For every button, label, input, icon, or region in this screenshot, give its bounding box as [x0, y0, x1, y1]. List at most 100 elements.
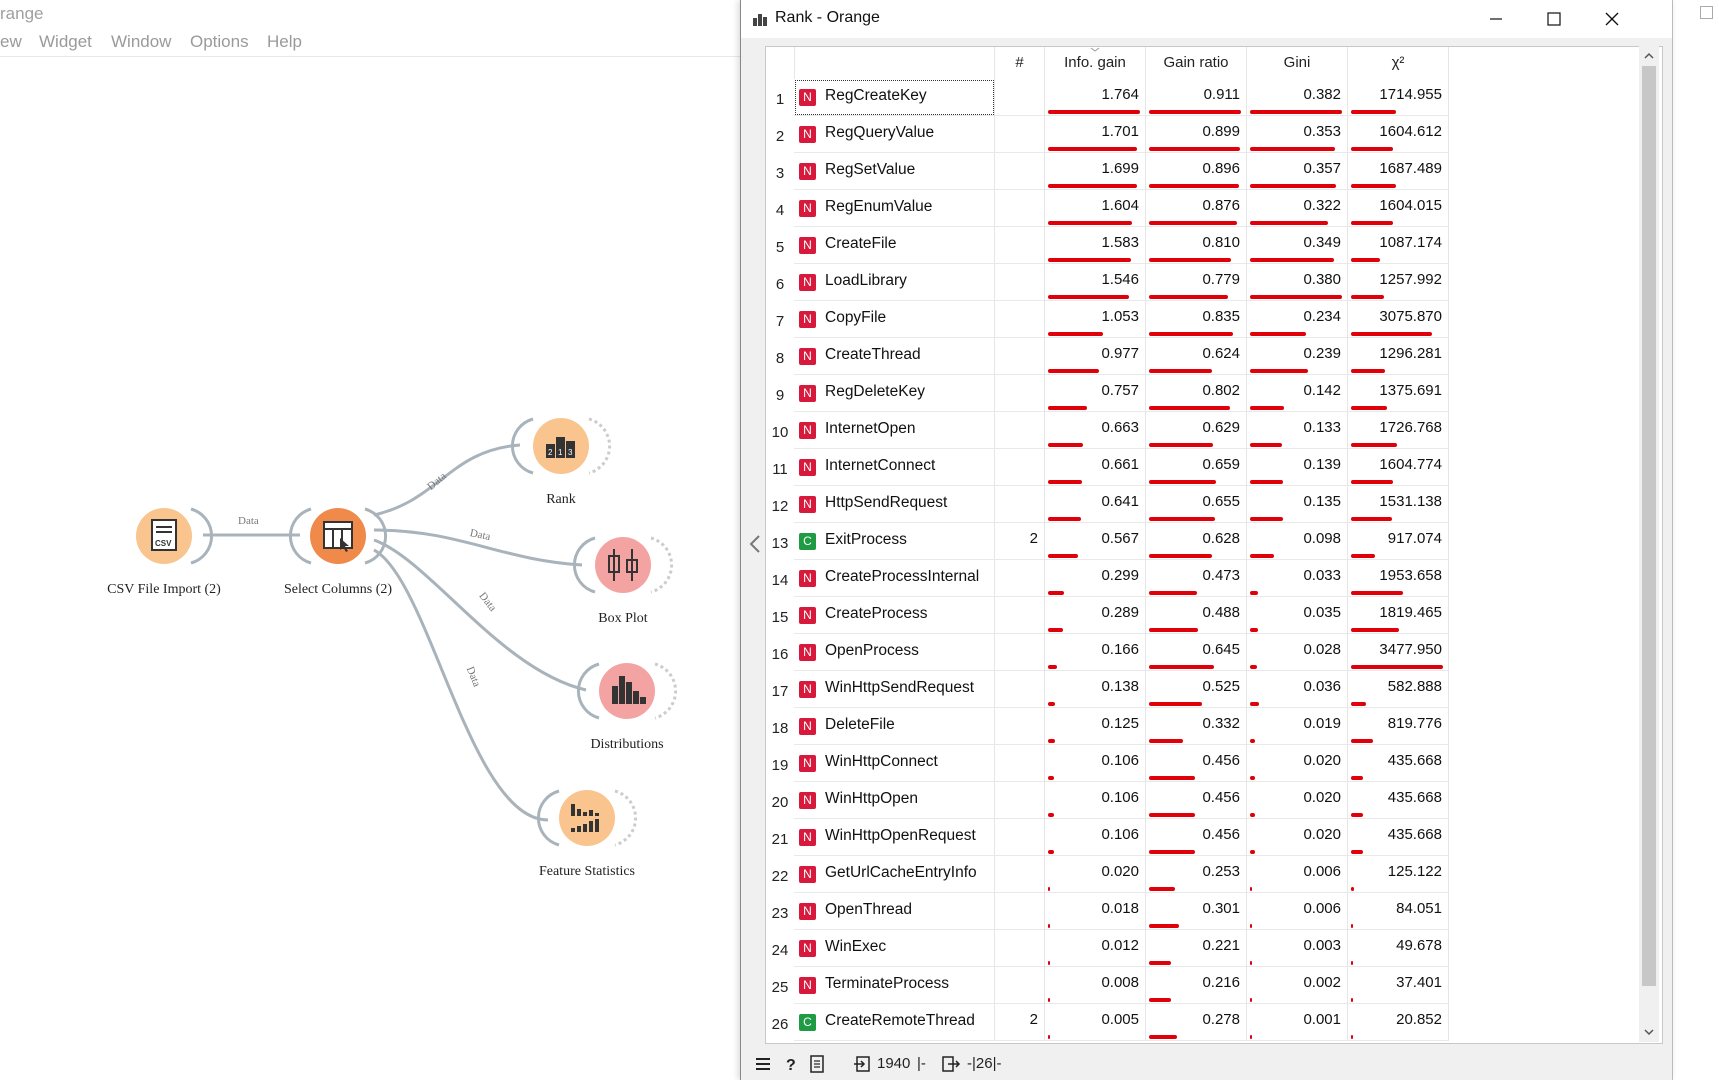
- info-gain-cell[interactable]: 1.701: [1045, 116, 1146, 153]
- header-gain-ratio[interactable]: Gain ratio: [1146, 47, 1247, 79]
- gini-cell[interactable]: 0.020: [1247, 745, 1348, 782]
- count-cell[interactable]: 2: [995, 523, 1045, 560]
- count-cell[interactable]: 2: [995, 1004, 1045, 1041]
- gain-ratio-cell[interactable]: 0.253: [1146, 856, 1247, 893]
- feature-cell[interactable]: N CreateFile: [794, 227, 995, 264]
- gain-ratio-cell[interactable]: 0.810: [1146, 227, 1247, 264]
- scroll-up-icon[interactable]: [1643, 50, 1655, 62]
- gain-ratio-cell[interactable]: 0.456: [1146, 745, 1247, 782]
- gain-ratio-cell[interactable]: 0.624: [1146, 338, 1247, 375]
- feature-cell[interactable]: N RegDeleteKey: [794, 375, 995, 412]
- gini-cell[interactable]: 0.028: [1247, 634, 1348, 671]
- table-row[interactable]: 10 N InternetOpen 0.663 0.629 0.133 1726.768: [766, 412, 1466, 449]
- header-count[interactable]: #: [995, 47, 1045, 79]
- gini-cell[interactable]: 0.380: [1247, 264, 1348, 301]
- count-cell[interactable]: [995, 449, 1045, 486]
- table-row[interactable]: 24 N WinExec 0.012 0.221 0.003 49.678: [766, 930, 1466, 967]
- count-cell[interactable]: [995, 116, 1045, 153]
- chi2-cell[interactable]: 1604.612: [1348, 116, 1449, 153]
- chi2-cell[interactable]: 1953.658: [1348, 560, 1449, 597]
- count-cell[interactable]: [995, 671, 1045, 708]
- count-cell[interactable]: [995, 782, 1045, 819]
- count-cell[interactable]: [995, 560, 1045, 597]
- help-icon[interactable]: ?: [781, 1054, 801, 1074]
- info-gain-cell[interactable]: 0.641: [1045, 486, 1146, 523]
- count-cell[interactable]: [995, 634, 1045, 671]
- gain-ratio-cell[interactable]: 0.911: [1146, 79, 1247, 116]
- table-row[interactable]: 6 N LoadLibrary 1.546 0.779 0.380 1257.992: [766, 264, 1466, 301]
- feature-cell[interactable]: N CreateThread: [794, 338, 995, 375]
- chi2-cell[interactable]: 1257.992: [1348, 264, 1449, 301]
- info-gain-cell[interactable]: 0.125: [1045, 708, 1146, 745]
- info-gain-cell[interactable]: 0.106: [1045, 819, 1146, 856]
- rank-node[interactable]: 2 1 3 Rank: [510, 417, 612, 507]
- feature-cell[interactable]: N GetUrlCacheEntryInfo: [794, 856, 995, 893]
- chi2-cell[interactable]: 125.122: [1348, 856, 1449, 893]
- gini-cell[interactable]: 0.239: [1247, 338, 1348, 375]
- collapse-panel-arrow-icon[interactable]: [747, 532, 763, 556]
- info-gain-cell[interactable]: 1.546: [1045, 264, 1146, 301]
- header-chi2[interactable]: χ²: [1348, 47, 1449, 79]
- table-row[interactable]: 25 N TerminateProcess 0.008 0.216 0.002 37.401: [766, 967, 1466, 1004]
- gini-cell[interactable]: 0.006: [1247, 856, 1348, 893]
- gini-cell[interactable]: 0.020: [1247, 782, 1348, 819]
- chi2-cell[interactable]: 1687.489: [1348, 153, 1449, 190]
- rank-table[interactable]: # Info. gain Gain ratio Gini χ² 1 N RegCre…: [765, 46, 1663, 1044]
- scroll-down-icon[interactable]: [1643, 1026, 1655, 1038]
- menu-hamburger-icon[interactable]: [753, 1054, 773, 1074]
- chi2-cell[interactable]: 1604.015: [1348, 190, 1449, 227]
- table-row[interactable]: 19 N WinHttpConnect 0.106 0.456 0.020 435.668: [766, 745, 1466, 782]
- count-cell[interactable]: [995, 153, 1045, 190]
- table-row[interactable]: 9 N RegDeleteKey 0.757 0.802 0.142 1375.691: [766, 375, 1466, 412]
- feature-cell[interactable]: N InternetConnect: [794, 449, 995, 486]
- feature-cell[interactable]: N RegQueryValue: [794, 116, 995, 153]
- count-cell[interactable]: [995, 79, 1045, 116]
- table-row[interactable]: 26 C CreateRemoteThread 2 0.005 0.278 0.001 20.…: [766, 1004, 1466, 1041]
- gini-cell[interactable]: 0.353: [1247, 116, 1348, 153]
- chi2-cell[interactable]: 1714.955: [1348, 79, 1449, 116]
- info-gain-cell[interactable]: 0.661: [1045, 449, 1146, 486]
- close-button[interactable]: [1583, 0, 1641, 38]
- report-icon[interactable]: [807, 1054, 827, 1074]
- header-gini[interactable]: Gini: [1247, 47, 1348, 79]
- gain-ratio-cell[interactable]: 0.278: [1146, 1004, 1247, 1041]
- gini-cell[interactable]: 0.357: [1247, 153, 1348, 190]
- info-gain-cell[interactable]: 0.018: [1045, 893, 1146, 930]
- table-row[interactable]: 3 N RegSetValue 1.699 0.896 0.357 1687.489: [766, 153, 1466, 190]
- count-cell[interactable]: [995, 301, 1045, 338]
- gini-cell[interactable]: 0.002: [1247, 967, 1348, 1004]
- menu-options[interactable]: Options: [190, 32, 249, 52]
- feature-cell[interactable]: N CreateProcessInternal: [794, 560, 995, 597]
- gini-cell[interactable]: 0.349: [1247, 227, 1348, 264]
- gini-cell[interactable]: 0.036: [1247, 671, 1348, 708]
- feature-cell[interactable]: N CopyFile: [794, 301, 995, 338]
- gain-ratio-cell[interactable]: 0.629: [1146, 412, 1247, 449]
- gain-ratio-cell[interactable]: 0.802: [1146, 375, 1247, 412]
- feature-cell[interactable]: N WinHttpOpen: [794, 782, 995, 819]
- chi2-cell[interactable]: 20.852: [1348, 1004, 1449, 1041]
- info-gain-cell[interactable]: 0.289: [1045, 597, 1146, 634]
- table-row[interactable]: 22 N GetUrlCacheEntryInfo 0.020 0.253 0.006 12…: [766, 856, 1466, 893]
- table-row[interactable]: 7 N CopyFile 1.053 0.835 0.234 3075.870: [766, 301, 1466, 338]
- info-gain-cell[interactable]: 0.757: [1045, 375, 1146, 412]
- table-row[interactable]: 21 N WinHttpOpenRequest 0.106 0.456 0.020 435.…: [766, 819, 1466, 856]
- count-cell[interactable]: [995, 597, 1045, 634]
- gain-ratio-cell[interactable]: 0.332: [1146, 708, 1247, 745]
- feature-statistics-node[interactable]: Feature Statistics: [536, 789, 638, 879]
- info-gain-cell[interactable]: 0.299: [1045, 560, 1146, 597]
- table-row[interactable]: 2 N RegQueryValue 1.701 0.899 0.353 1604.612: [766, 116, 1466, 153]
- count-cell[interactable]: [995, 856, 1045, 893]
- feature-cell[interactable]: N OpenThread: [794, 893, 995, 930]
- box-plot-node[interactable]: Box Plot: [572, 536, 674, 626]
- info-gain-cell[interactable]: 0.005: [1045, 1004, 1146, 1041]
- gain-ratio-cell[interactable]: 0.488: [1146, 597, 1247, 634]
- chi2-cell[interactable]: 1726.768: [1348, 412, 1449, 449]
- gini-cell[interactable]: 0.035: [1247, 597, 1348, 634]
- gini-cell[interactable]: 0.033: [1247, 560, 1348, 597]
- gini-cell[interactable]: 0.234: [1247, 301, 1348, 338]
- feature-cell[interactable]: N HttpSendRequest: [794, 486, 995, 523]
- scrollbar-thumb[interactable]: [1642, 66, 1656, 986]
- info-gain-cell[interactable]: 0.012: [1045, 930, 1146, 967]
- info-gain-cell[interactable]: 0.020: [1045, 856, 1146, 893]
- gini-cell[interactable]: 0.382: [1247, 79, 1348, 116]
